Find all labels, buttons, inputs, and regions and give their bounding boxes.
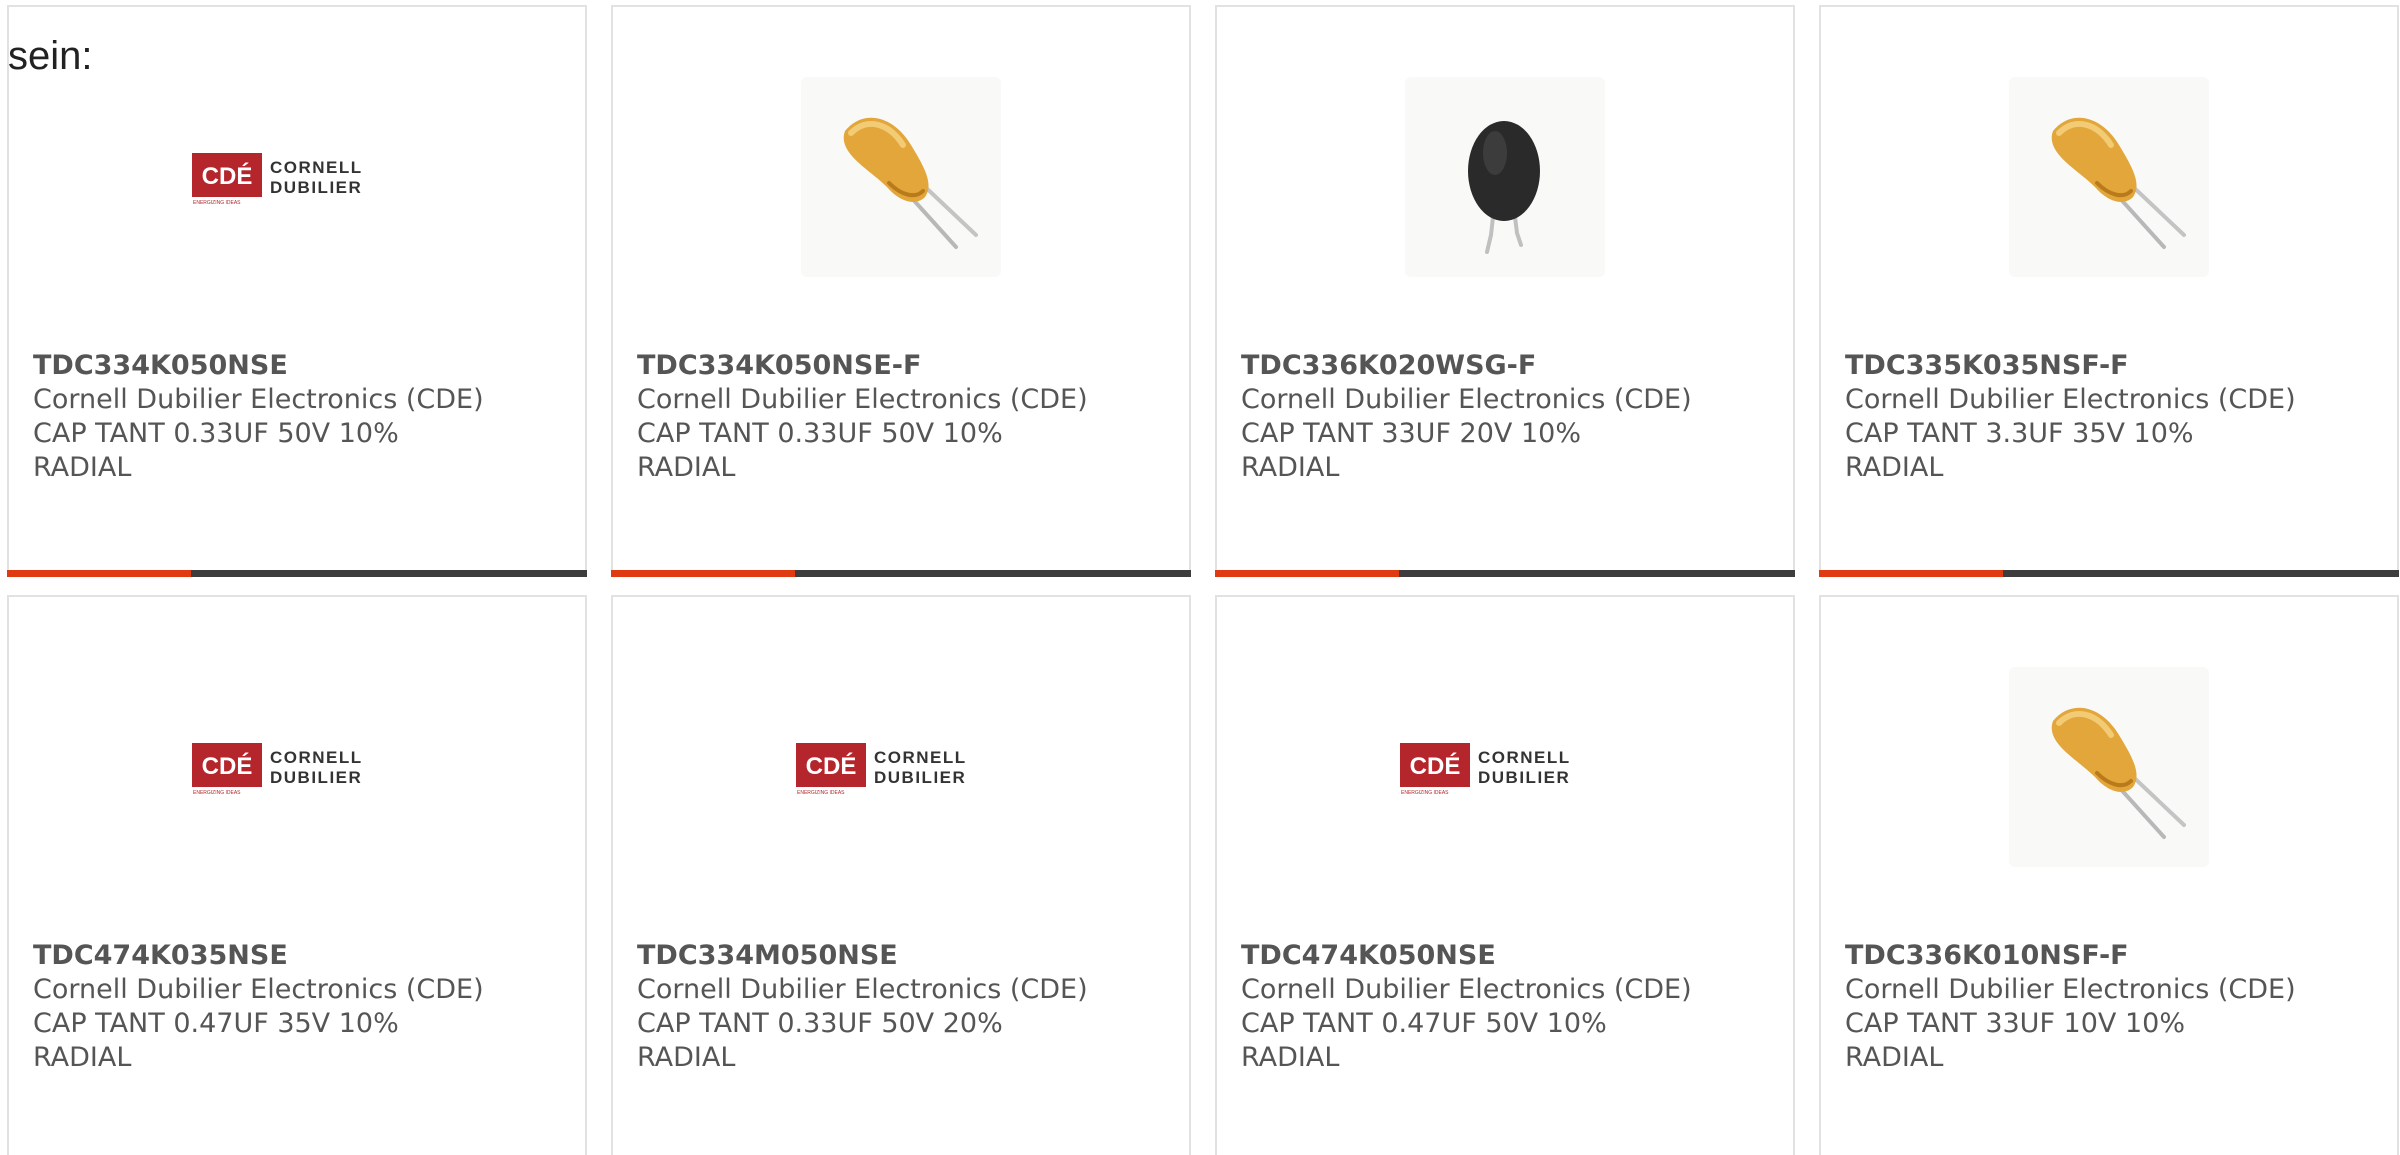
product-info: TDC336K020WSG-F Cornell Dubilier Electro…	[1241, 349, 1773, 485]
svg-text:DUBILIER: DUBILIER	[1478, 768, 1570, 787]
package: RADIAL	[1241, 452, 1340, 483]
product-card-tdc334k050nse[interactable]: CDÉ CORNELL DUBILIER ENERGIZING IDEAS TD…	[7, 5, 587, 577]
product-photo	[2009, 77, 2209, 277]
product-image[interactable]: CDÉ CORNELL DUBILIER ENERGIZING IDEAS	[1217, 657, 1793, 877]
manufacturer: Cornell Dubilier Electronics (CDE)	[33, 384, 484, 415]
svg-text:DUBILIER: DUBILIER	[874, 768, 966, 787]
svg-text:ENERGIZING IDEAS: ENERGIZING IDEAS	[1401, 790, 1449, 796]
card-footer-bar	[1215, 570, 1795, 577]
manufacturer: Cornell Dubilier Electronics (CDE)	[1241, 974, 1692, 1005]
svg-text:DUBILIER: DUBILIER	[270, 768, 362, 787]
product-photo	[2009, 667, 2209, 867]
product-info: TDC335K035NSF-F Cornell Dubilier Electro…	[1845, 349, 2377, 485]
product-info: TDC474K050NSE Cornell Dubilier Electroni…	[1241, 939, 1773, 1075]
product-info: TDC474K035NSE Cornell Dubilier Electroni…	[33, 939, 565, 1075]
manufacturer: Cornell Dubilier Electronics (CDE)	[1241, 384, 1692, 415]
part-number[interactable]: TDC335K035NSF-F	[1845, 349, 2377, 383]
svg-text:CORNELL: CORNELL	[270, 158, 363, 177]
description: CAP TANT 33UF 10V 10%	[1845, 1008, 2185, 1039]
svg-text:ENERGIZING IDEAS: ENERGIZING IDEAS	[193, 790, 241, 796]
card-footer-bar	[611, 570, 1191, 577]
package: RADIAL	[1241, 1042, 1340, 1073]
product-card-tdc336k020wsg-f[interactable]: TDC336K020WSG-F Cornell Dubilier Electro…	[1215, 5, 1795, 577]
manufacturer: Cornell Dubilier Electronics (CDE)	[33, 974, 484, 1005]
product-card-tdc474k050nse[interactable]: CDÉ CORNELL DUBILIER ENERGIZING IDEAS TD…	[1215, 595, 1795, 1155]
svg-text:ENERGIZING IDEAS: ENERGIZING IDEAS	[193, 200, 241, 206]
manufacturer: Cornell Dubilier Electronics (CDE)	[637, 384, 1088, 415]
card-footer-bar	[7, 570, 587, 577]
product-card-tdc474k035nse[interactable]: CDÉ CORNELL DUBILIER ENERGIZING IDEAS TD…	[7, 595, 587, 1155]
product-image[interactable]: CDÉ CORNELL DUBILIER ENERGIZING IDEAS	[9, 657, 585, 877]
black-tantalum-capacitor-icon	[1468, 121, 1540, 254]
card-footer-accent	[1819, 570, 2003, 577]
product-photo	[801, 77, 1001, 277]
card-footer-bar	[1819, 570, 2399, 577]
product-grid-page: sein: CDÉ CORNELL DUBILIER ENERGIZING ID…	[0, 0, 2400, 1155]
part-number[interactable]: TDC334M050NSE	[637, 939, 1169, 973]
manufacturer: Cornell Dubilier Electronics (CDE)	[1845, 384, 2296, 415]
part-number[interactable]: TDC334K050NSE-F	[637, 349, 1169, 383]
product-card-tdc335k035nsf-f[interactable]: TDC335K035NSF-F Cornell Dubilier Electro…	[1819, 5, 2399, 577]
product-image[interactable]: CDÉ CORNELL DUBILIER ENERGIZING IDEAS	[9, 67, 585, 287]
product-card-tdc336k010nsf-f[interactable]: TDC336K010NSF-F Cornell Dubilier Electro…	[1819, 595, 2399, 1155]
svg-text:DUBILIER: DUBILIER	[270, 178, 362, 197]
part-number[interactable]: TDC336K020WSG-F	[1241, 349, 1773, 383]
description: CAP TANT 0.33UF 50V 20%	[637, 1008, 1003, 1039]
product-card-tdc334m050nse[interactable]: CDÉ CORNELL DUBILIER ENERGIZING IDEAS TD…	[611, 595, 1191, 1155]
manufacturer: Cornell Dubilier Electronics (CDE)	[637, 974, 1088, 1005]
cde-logo-icon: CDÉ CORNELL DUBILIER ENERGIZING IDEAS	[192, 743, 363, 796]
description: CAP TANT 0.47UF 50V 10%	[1241, 1008, 1607, 1039]
svg-text:ENERGIZING IDEAS: ENERGIZING IDEAS	[797, 790, 845, 796]
card-footer-accent	[1215, 570, 1399, 577]
description: CAP TANT 0.47UF 35V 10%	[33, 1008, 399, 1039]
svg-text:CDÉ: CDÉ	[1410, 752, 1461, 780]
cde-logo-icon: CDÉ CORNELL DUBILIER ENERGIZING IDEAS	[796, 743, 967, 796]
card-footer-accent	[7, 570, 191, 577]
part-number[interactable]: TDC474K035NSE	[33, 939, 565, 973]
cde-logo-icon: CDÉ CORNELL DUBILIER ENERGIZING IDEAS	[192, 153, 363, 206]
package: RADIAL	[637, 1042, 736, 1073]
product-image[interactable]	[613, 67, 1189, 287]
card-footer-accent	[611, 570, 795, 577]
package: RADIAL	[1845, 1042, 1944, 1073]
svg-text:CORNELL: CORNELL	[1478, 748, 1571, 767]
package: RADIAL	[33, 1042, 132, 1073]
intro-text: sein:	[8, 34, 93, 78]
product-image[interactable]	[1217, 67, 1793, 287]
yellow-tantalum-capacitor-icon	[843, 117, 978, 249]
product-photo	[1405, 77, 1605, 277]
product-image[interactable]	[1821, 657, 2397, 877]
svg-text:CORNELL: CORNELL	[874, 748, 967, 767]
product-image[interactable]	[1821, 67, 2397, 287]
product-info: TDC334K050NSE-F Cornell Dubilier Electro…	[637, 349, 1169, 485]
part-number[interactable]: TDC336K010NSF-F	[1845, 939, 2377, 973]
svg-text:CDÉ: CDÉ	[806, 752, 857, 780]
svg-text:CDÉ: CDÉ	[202, 162, 253, 190]
part-number[interactable]: TDC474K050NSE	[1241, 939, 1773, 973]
svg-text:CDÉ: CDÉ	[202, 752, 253, 780]
product-info: TDC336K010NSF-F Cornell Dubilier Electro…	[1845, 939, 2377, 1075]
description: CAP TANT 0.33UF 50V 10%	[33, 418, 399, 449]
yellow-tantalum-capacitor-icon	[2051, 117, 2186, 249]
product-image[interactable]: CDÉ CORNELL DUBILIER ENERGIZING IDEAS	[613, 657, 1189, 877]
description: CAP TANT 33UF 20V 10%	[1241, 418, 1581, 449]
yellow-tantalum-capacitor-icon	[2051, 707, 2186, 839]
manufacturer: Cornell Dubilier Electronics (CDE)	[1845, 974, 2296, 1005]
product-card-tdc334k050nse-f[interactable]: TDC334K050NSE-F Cornell Dubilier Electro…	[611, 5, 1191, 577]
package: RADIAL	[33, 452, 132, 483]
package: RADIAL	[1845, 452, 1944, 483]
product-info: TDC334M050NSE Cornell Dubilier Electroni…	[637, 939, 1169, 1075]
svg-text:CORNELL: CORNELL	[270, 748, 363, 767]
description: CAP TANT 0.33UF 50V 10%	[637, 418, 1003, 449]
description: CAP TANT 3.3UF 35V 10%	[1845, 418, 2194, 449]
cde-logo-icon: CDÉ CORNELL DUBILIER ENERGIZING IDEAS	[1400, 743, 1571, 796]
product-info: TDC334K050NSE Cornell Dubilier Electroni…	[33, 349, 565, 485]
part-number[interactable]: TDC334K050NSE	[33, 349, 565, 383]
package: RADIAL	[637, 452, 736, 483]
